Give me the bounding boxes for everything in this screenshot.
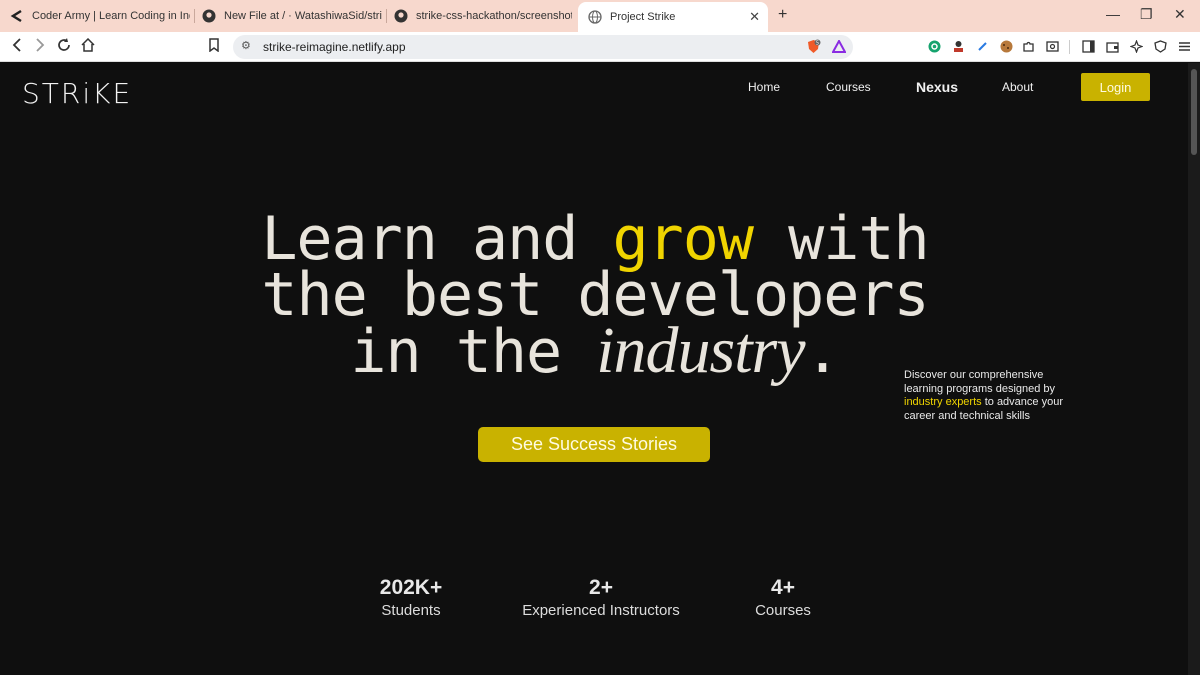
hero-text: in the [350, 317, 597, 387]
extensions-puzzle-icon[interactable] [1022, 40, 1035, 53]
login-button[interactable]: Login [1081, 73, 1150, 101]
toolbar-divider [1069, 40, 1070, 54]
tab-divider [386, 9, 387, 23]
hero-italic-word: industry [596, 314, 805, 387]
tab-github-screenshots[interactable]: strike-css-hackathon/screenshots at [394, 4, 572, 28]
browser-tab-strip: Coder Army | Learn Coding in India New F… [0, 0, 1200, 32]
incognito-extension-icon[interactable] [952, 40, 965, 53]
brave-rewards-icon[interactable] [831, 38, 847, 53]
nav-about[interactable]: About [1002, 80, 1033, 94]
stat-value: 202K+ [379, 576, 443, 599]
leo-ai-icon[interactable] [1129, 39, 1144, 54]
stat-instructors: 2+ Experienced Instructors [501, 576, 701, 619]
forward-icon[interactable] [34, 38, 46, 56]
tab-github-new-file[interactable]: New File at / · WatashiwaSid/strike-css [202, 4, 382, 28]
stat-courses: 4+ Courses [683, 576, 883, 619]
url-text: strike-reimagine.netlify.app [263, 40, 406, 54]
new-tab-button[interactable]: + [778, 6, 787, 24]
brave-badge-count: 5 [816, 40, 819, 46]
page-scrollbar[interactable] [1188, 63, 1200, 675]
restore-button[interactable]: ❐ [1140, 6, 1153, 23]
hero-text: . [804, 317, 841, 387]
home-icon[interactable] [81, 37, 95, 56]
wallet-icon[interactable] [1106, 40, 1119, 53]
stat-label: Students [381, 602, 441, 619]
stat-label: Courses [755, 602, 811, 619]
tab-title: Coder Army | Learn Coding in India [32, 10, 190, 22]
address-bar[interactable]: ⚙ strike-reimagine.netlify.app [233, 35, 853, 59]
tab-title: strike-css-hackathon/screenshots at [416, 10, 572, 22]
tab-coder-army[interactable]: Coder Army | Learn Coding in India [10, 4, 190, 28]
hero-description: Discover our comprehensive learning prog… [904, 369, 1074, 423]
hero-heading: Learn and grow with the best developers … [240, 209, 950, 384]
globe-icon [588, 10, 602, 24]
menu-icon[interactable] [1178, 40, 1191, 53]
hero-line-2: the best developers [261, 260, 929, 330]
coder-army-icon [10, 9, 24, 23]
reload-icon[interactable] [57, 38, 71, 56]
brave-shields-icon[interactable]: 5 [806, 39, 821, 53]
nav-home[interactable]: Home [748, 80, 780, 94]
stat-value: 2+ [589, 576, 613, 599]
hero-line-1: Learn and grow with [240, 209, 950, 269]
tab-divider [194, 9, 195, 23]
site-logo[interactable]: STRiKE [22, 77, 132, 110]
hero-line-3: in the industry. [240, 318, 950, 384]
github-icon [394, 9, 408, 23]
close-tab-icon[interactable]: ✕ [749, 9, 760, 25]
stat-students: 202K+ Students [311, 576, 511, 619]
screenshot-tool-icon[interactable] [1046, 40, 1059, 53]
scrollbar-thumb[interactable] [1191, 69, 1197, 155]
github-icon [202, 9, 216, 23]
see-success-stories-button[interactable]: See Success Stories [478, 427, 710, 462]
page-content: STRiKE Home Courses Nexus About Login Le… [0, 63, 1188, 675]
nav-courses[interactable]: Courses [826, 80, 871, 94]
grammarly-icon[interactable] [928, 40, 941, 53]
description-highlight: industry experts [904, 396, 982, 408]
browser-toolbar: ⚙ strike-reimagine.netlify.app 5 [0, 32, 1200, 62]
cookie-icon[interactable] [1000, 40, 1013, 53]
tab-title: New File at / · WatashiwaSid/strike-css [224, 10, 382, 22]
stat-label: Experienced Instructors [522, 602, 680, 619]
site-settings-icon[interactable]: ⚙ [241, 39, 251, 52]
vpn-shield-icon[interactable] [1154, 40, 1167, 53]
stat-value: 4+ [771, 576, 795, 599]
minimize-button[interactable]: — [1106, 6, 1120, 22]
nav-nexus[interactable]: Nexus [916, 79, 958, 95]
close-window-button[interactable]: ✕ [1174, 6, 1186, 23]
back-icon[interactable] [11, 38, 23, 56]
tab-project-strike[interactable]: Project Strike ✕ [578, 2, 768, 32]
tab-title: Project Strike [610, 11, 676, 23]
description-text: Discover our comprehensive learning prog… [904, 369, 1056, 395]
sidebar-toggle-icon[interactable] [1082, 40, 1095, 53]
pen-extension-icon[interactable] [976, 40, 989, 53]
bookmark-icon[interactable] [208, 38, 220, 56]
